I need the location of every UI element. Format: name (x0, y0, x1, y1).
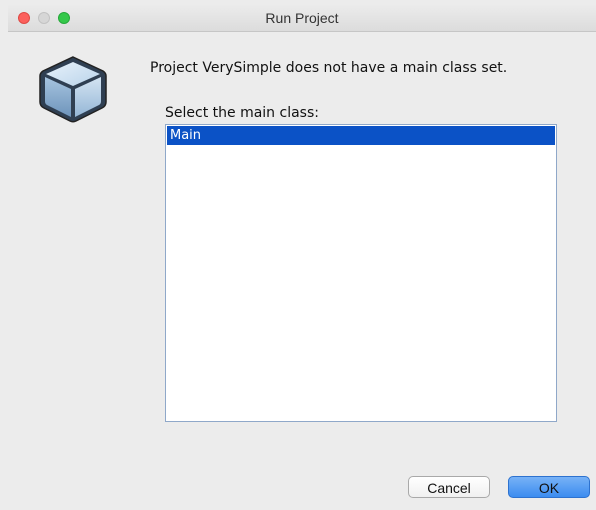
select-main-class-label: Select the main class: (165, 105, 319, 121)
list-item-main[interactable]: Main (167, 126, 555, 145)
main-class-list[interactable]: Main (165, 124, 557, 422)
window-title: Run Project (265, 10, 339, 26)
run-project-dialog: Run Project Project VerySimple does not … (0, 0, 596, 510)
netbeans-cube-icon (39, 56, 107, 123)
missing-main-class-message: Project VerySimple does not have a main … (150, 60, 508, 76)
ok-button[interactable]: OK (508, 476, 590, 498)
title-bar[interactable]: Run Project (8, 4, 596, 32)
cancel-button[interactable]: Cancel (408, 476, 490, 498)
